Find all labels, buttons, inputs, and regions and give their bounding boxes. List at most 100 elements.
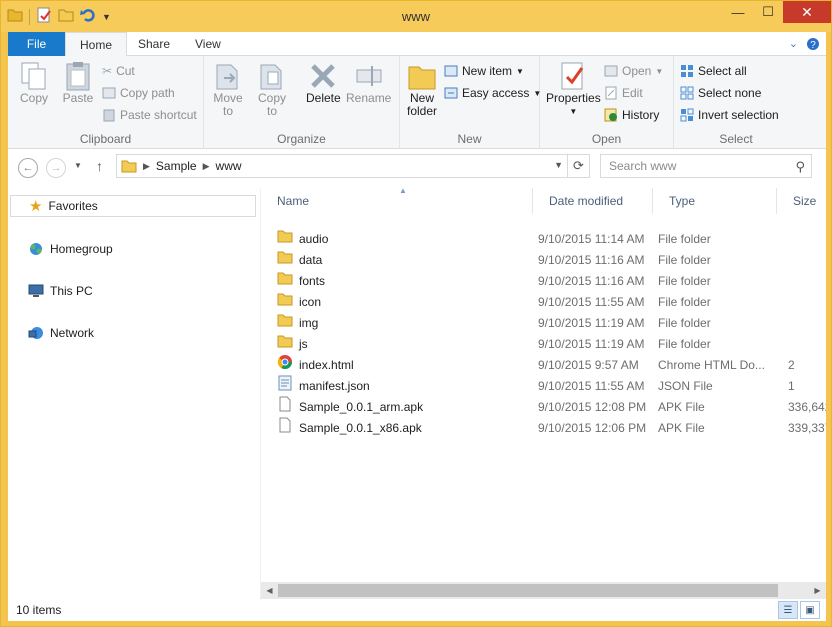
file-name-cell[interactable]: audio [277,229,328,250]
new-item-button[interactable]: New item ▼ [444,64,524,78]
horizontal-scrollbar[interactable]: ◀ ▶ [261,582,826,599]
file-type: Chrome HTML Do... [658,358,765,372]
column-header-size[interactable]: Size [777,188,826,214]
open-button[interactable]: Open ▼ [604,64,663,78]
large-icons-view-button[interactable]: ▣ [800,601,820,619]
maximize-button[interactable]: ☐ [753,1,783,23]
up-button[interactable]: ↑ [96,158,103,174]
select-group-label: Select [719,132,753,146]
details-view-button[interactable]: ☰ [778,601,798,619]
expand-ribbon-icon[interactable]: ⌄ [789,37,798,54]
breadcrumb-sample[interactable]: Sample [156,159,197,173]
column-header-type[interactable]: Type [653,188,777,214]
file-name-cell[interactable]: icon [277,292,321,313]
file-row[interactable]: js 9/10/2015 11:19 AM File folder [261,334,826,355]
delete-button[interactable]: Delete [306,60,341,105]
move-to-icon [216,64,238,90]
history-button[interactable]: History [604,108,659,122]
file-type: File folder [658,232,711,246]
folder-icon [277,270,293,293]
close-button[interactable]: ✕ [783,1,831,23]
nav-item-homegroup[interactable]: Homegroup [10,238,256,260]
new-group: New folder New item ▼ Easy access ▼ New [400,56,541,149]
file-name-cell[interactable]: index.html [277,355,354,376]
tab-home[interactable]: Home [65,32,128,57]
invert-selection-button[interactable]: Invert selection [680,108,779,122]
json-file-icon [277,375,293,398]
file-row[interactable]: fonts 9/10/2015 11:16 AM File folder [261,271,826,292]
tab-view[interactable]: View [181,32,235,56]
file-type: JSON File [658,379,713,393]
copy-path-button[interactable]: Copy path [102,86,175,100]
file-name-cell[interactable]: js [277,334,308,355]
search-box[interactable]: Search www ⚲ [600,154,812,178]
scroll-right-icon[interactable]: ▶ [809,582,826,599]
dropdown-arrow-icon: ▼ [655,66,664,76]
minimize-button[interactable]: — [723,1,753,23]
file-date: 9/10/2015 11:16 AM [538,274,645,288]
organize-group-label: Organize [277,132,326,146]
file-row[interactable]: index.html 9/10/2015 9:57 AM Chrome HTML D… [261,355,826,376]
breadcrumb-www[interactable]: www [216,159,242,173]
search-input[interactable]: Search www [609,159,676,173]
edit-button[interactable]: Edit [604,86,643,100]
file-name-cell[interactable]: Sample_0.0.1_arm.apk [277,396,423,418]
properties-button[interactable]: Properties ▼ [546,60,601,118]
file-row[interactable]: audio 9/10/2015 11:14 AM File folder [261,229,826,250]
file-date: 9/10/2015 11:14 AM [538,232,645,246]
copy-button[interactable]: Copy [18,60,50,105]
open-group-label: Open [591,132,622,146]
homegroup-icon [30,243,42,255]
column-header-date[interactable]: Date modified [533,188,653,214]
select-none-button[interactable]: Select none [680,86,761,100]
file-name-cell[interactable]: Sample_0.0.1_x86.apk [277,417,422,440]
paste-button[interactable]: Paste [62,60,94,105]
breadcrumb-separator-icon: ▶ [143,160,150,171]
address-bar[interactable]: ▶ Sample ▶ www ▼ ⟳ [116,154,590,178]
tab-file[interactable]: File [8,32,65,56]
nav-item-favorites[interactable]: ★ Favorites [10,195,256,217]
scroll-left-icon[interactable]: ◀ [261,582,278,599]
file-row[interactable]: Sample_0.0.1_arm.apk 9/10/2015 12:08 PM AP… [261,396,826,418]
up-arrow-icon: ↑ [96,158,103,174]
breadcrumb-separator-icon: ▶ [202,160,210,171]
file-date: 9/10/2015 12:08 PM [538,400,647,414]
copy-to-button[interactable]: Copy to [256,60,288,118]
refresh-button[interactable]: ⟳ [567,155,589,177]
file-row[interactable]: img 9/10/2015 11:19 AM File folder [261,313,826,334]
scrollbar-thumb[interactable] [278,584,778,597]
file-row[interactable]: icon 9/10/2015 11:55 AM File folder [261,292,826,313]
new-folder-icon [408,66,436,90]
file-name: audio [299,232,329,246]
file-row[interactable]: data 9/10/2015 11:16 AM File folder [261,250,826,271]
nav-item-network[interactable]: Network [10,322,256,344]
file-icon [277,417,293,440]
properties-icon [561,62,584,90]
nav-item-this-pc[interactable]: This PC [10,280,256,302]
rename-button[interactable]: Rename [346,60,391,105]
paste-shortcut-button[interactable]: Paste shortcut [102,108,197,122]
forward-button[interactable]: → [46,158,66,178]
select-all-button[interactable]: Select all [680,64,747,78]
address-dropdown-icon[interactable]: ▼ [554,160,563,170]
svg-text:?: ? [810,40,816,51]
help-icon[interactable]: ? [806,37,820,54]
recent-locations-button[interactable]: ▼ [74,161,82,170]
new-folder-button[interactable]: New folder [406,60,438,118]
file-name-cell[interactable]: img [277,313,318,334]
file-name-cell[interactable]: data [277,250,322,271]
file-date: 9/10/2015 11:55 AM [538,379,645,393]
file-name-cell[interactable]: fonts [277,271,325,292]
open-group: Properties ▼ Open ▼ Edit History Open [540,56,674,149]
file-name-cell[interactable]: manifest.json [277,375,370,398]
column-header-name[interactable]: Name [261,188,533,214]
easy-access-button[interactable]: Easy access ▼ [444,86,541,100]
cut-button[interactable]: ✂ Cut [102,64,135,78]
tab-share[interactable]: Share [124,32,184,56]
back-button[interactable]: ← [18,158,38,178]
file-row[interactable]: Sample_0.0.1_x86.apk 9/10/2015 12:06 PM AP… [261,417,826,440]
move-to-button[interactable]: Move to [212,60,244,118]
new-group-label: New [457,132,482,146]
file-size: 336,642 [788,400,826,414]
file-row[interactable]: manifest.json 9/10/2015 11:55 AM JSON File… [261,375,826,398]
